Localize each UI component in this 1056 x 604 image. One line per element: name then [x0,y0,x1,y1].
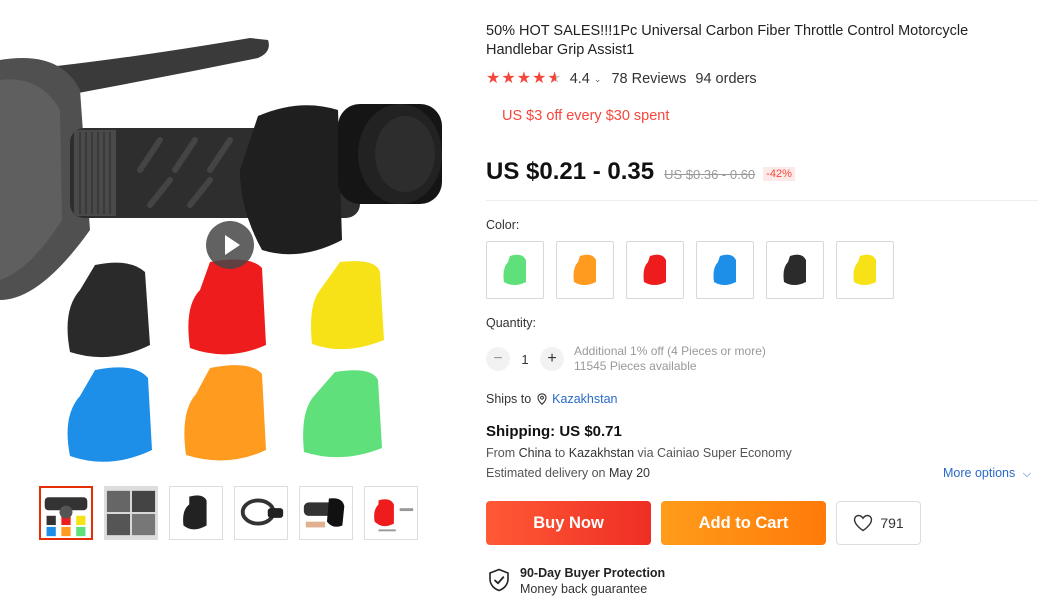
original-price: US $0.36 - 0.60 [664,167,756,182]
star-icon: ★ [486,70,501,87]
route-origin: China [518,446,552,460]
thumbnail-5[interactable] [299,486,353,540]
shipping-route: From China to Kazakhstan via Cainiao Sup… [486,446,792,460]
play-video-button[interactable] [206,221,254,269]
delivery-prefix: Estimated delivery on [486,466,606,480]
swatch-blue[interactable] [696,241,754,299]
protection-subtitle: Money back guarantee [520,582,648,596]
ships-to-country[interactable]: Kazakhstan [552,392,617,406]
ships-to-label: Ships to [486,392,532,406]
thumbnail-4[interactable] [234,486,288,540]
current-price: US $0.21 - 0.35 [486,158,655,185]
increase-quantity-button[interactable]: + [540,347,564,371]
shield-check-icon [489,568,509,592]
route-carrier: via Cainiao Super Economy [637,446,792,460]
orders-count: 94 orders [695,71,757,87]
more-options-link[interactable]: More options ⌵ [943,466,1031,481]
stock-available: 11545 Pieces available [574,359,697,373]
half-star-icon: ★ [547,70,562,87]
more-options-label: More options [943,466,1016,480]
thumbnail-6[interactable] [364,486,418,540]
divider [486,200,1038,201]
swatch-red[interactable] [626,241,684,299]
wishlist-count: 791 [880,515,904,531]
reviews-link[interactable]: 78 Reviews [611,71,686,87]
price-row: US $0.21 - 0.35 US $0.36 - 0.60 -42% [486,158,795,186]
protection-title: 90-Day Buyer Protection [520,566,666,580]
swatch-green[interactable] [486,241,544,299]
star-rating[interactable]: ★ ★ ★ ★ ★ [486,71,562,87]
route-destination: Kazakhstan [568,446,635,460]
swatch-yellow[interactable] [836,241,894,299]
shipping-cost: Shipping: US $0.71 [486,423,622,440]
main-product-image[interactable] [0,0,470,476]
star-icon: ★ [501,70,516,87]
decrease-quantity-button[interactable]: − [486,347,510,371]
swatch-black[interactable] [766,241,824,299]
star-icon: ★ [532,70,547,87]
buyer-protection: 90-Day Buyer Protection Money back guara… [488,566,665,597]
wishlist-button[interactable]: 791 [836,501,921,545]
bulk-discount-note: Additional 1% off (4 Pieces or more) [574,344,766,358]
add-to-cart-button[interactable]: Add to Cart [661,501,826,545]
quantity-value[interactable]: 1 [510,352,540,367]
ships-to-row: Ships to Kazakhstan [486,392,618,406]
chevron-down-icon: ⌵ [1022,468,1032,480]
star-icon: ★ [516,70,532,87]
color-swatches [486,241,894,299]
coupon-text[interactable]: US $3 off every $30 spent [502,108,669,124]
route-prefix: From [486,446,516,460]
quantity-note: Additional 1% off (4 Pieces or more) 115… [574,344,766,374]
estimated-delivery: Estimated delivery on May 20 [486,466,650,480]
rating-value[interactable]: 4.4 [570,71,590,87]
heart-icon [854,514,873,532]
thumbnail-2[interactable] [104,486,158,540]
delivery-date: May 20 [609,466,650,480]
thumbnail-3[interactable] [169,486,223,540]
thumbnail-strip [39,486,418,540]
color-label: Color: [486,218,520,232]
buy-now-button[interactable]: Buy Now [486,501,651,545]
thumbnail-1[interactable] [39,486,93,540]
chevron-down-icon[interactable]: ⌄ [594,74,602,85]
quantity-label: Quantity: [486,316,537,330]
rating-row: ★ ★ ★ ★ ★ 4.4 ⌄ 78 Reviews 94 orders [486,71,757,88]
swatch-orange[interactable] [556,241,614,299]
route-to: to [554,446,566,460]
quantity-stepper: − 1 + Additional 1% off (4 Pieces or mor… [486,344,766,374]
product-title: 50% HOT SALES!!!1Pc Universal Carbon Fib… [486,23,969,58]
discount-badge: -42% [763,167,795,181]
location-pin-icon [537,393,547,405]
